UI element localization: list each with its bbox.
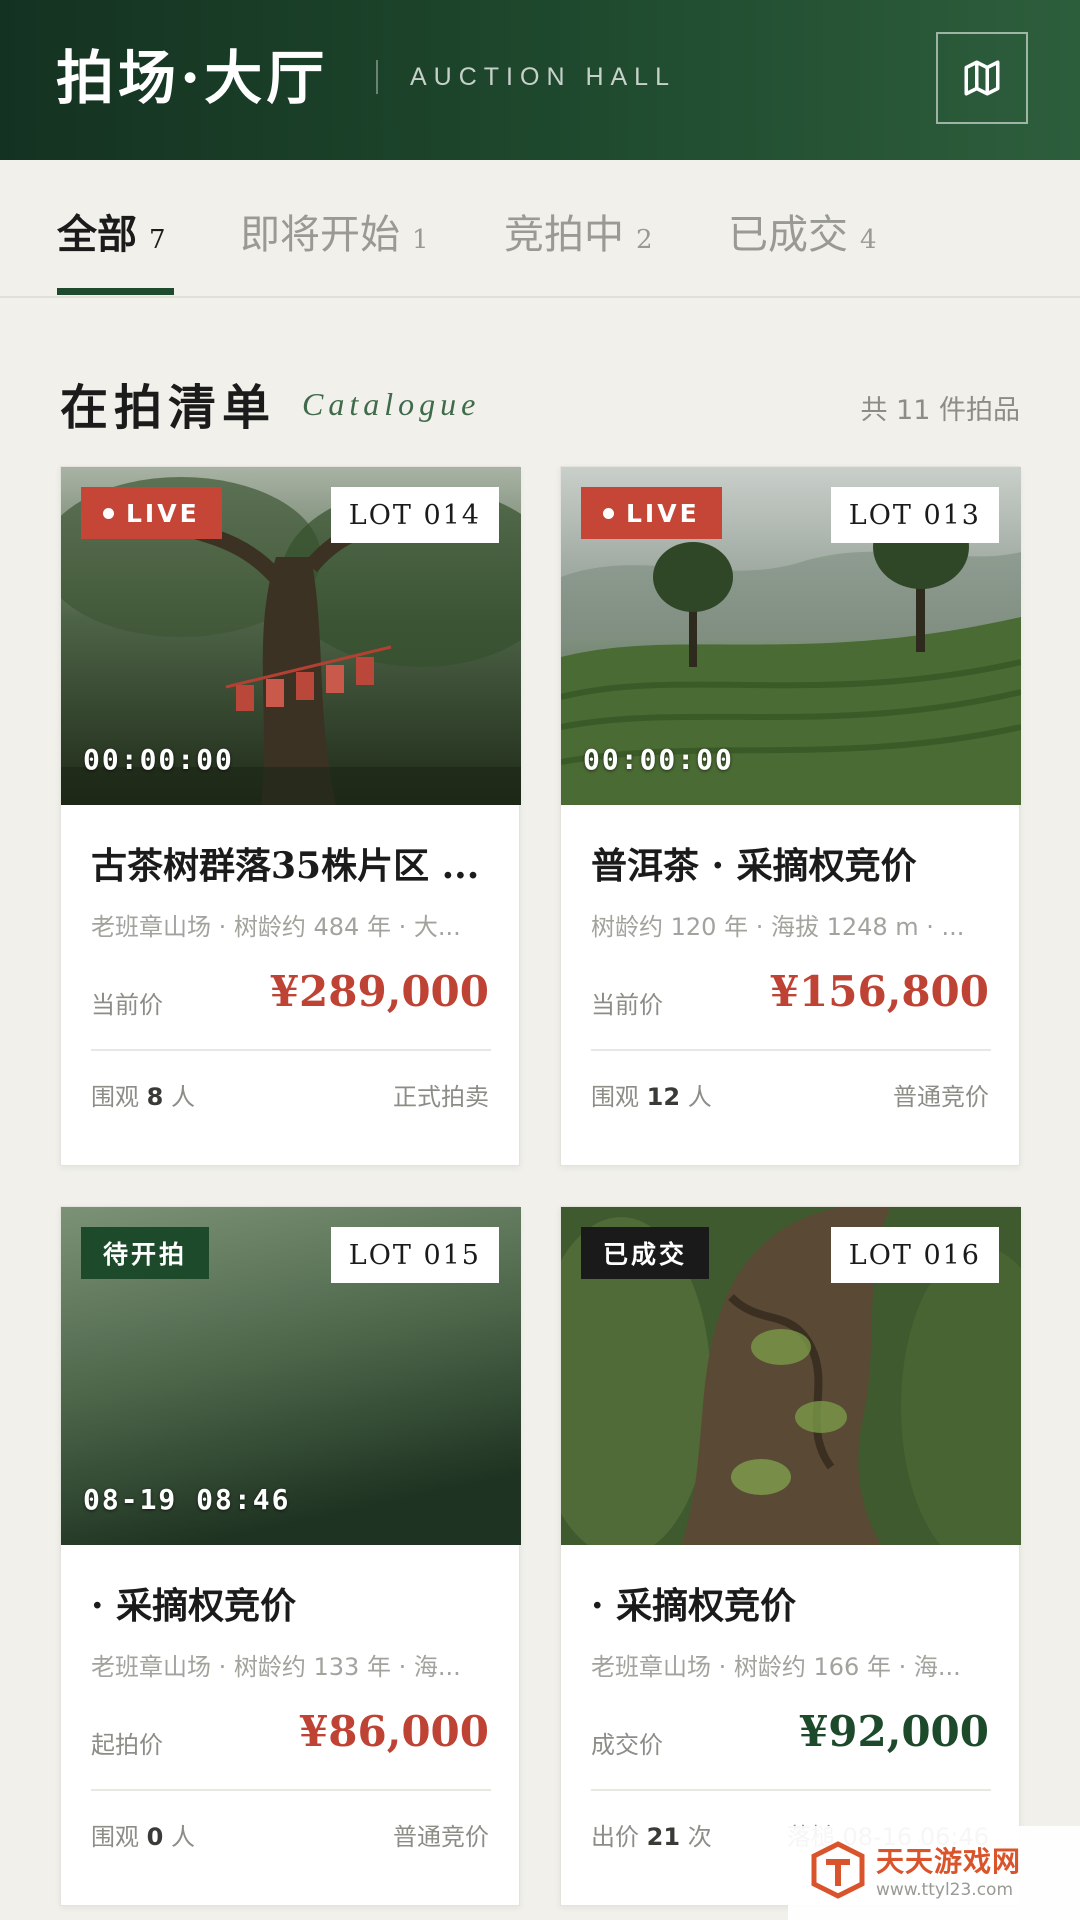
bid-count: 出价 21 次 xyxy=(591,1823,712,1851)
lot-meta: 老班章山场 · 树龄约 166 年 · 海... xyxy=(591,1653,961,1681)
price-label: 当前价 xyxy=(91,991,163,1019)
tab-label: 即将开始 xyxy=(240,212,400,258)
card-divider xyxy=(91,1049,491,1051)
countdown-timer: 00:00:00 xyxy=(583,743,734,776)
lot-meta: 老班章山场 · 树龄约 484 年 · 大... xyxy=(91,913,461,941)
price-value: ¥289,000 xyxy=(269,967,489,1016)
viewer-count: 围观 12 人 xyxy=(591,1083,712,1111)
tab-count: 7 xyxy=(149,225,166,255)
active-tab-indicator xyxy=(57,288,174,295)
tab-label: 全部 xyxy=(57,211,137,258)
status-badge: LIVE xyxy=(581,487,722,539)
tab-label: 竞拍中 xyxy=(504,212,624,258)
tab-sold[interactable]: 已成交 4 xyxy=(728,202,877,262)
tab-count: 4 xyxy=(860,225,877,255)
price-label: 当前价 xyxy=(591,991,663,1019)
card-divider xyxy=(591,1049,991,1051)
lot-title: · 采摘权竞价 xyxy=(591,1585,797,1627)
price-label: 成交价 xyxy=(591,1731,663,1759)
auction-type: 正式拍卖 xyxy=(393,1083,489,1111)
lot-card[interactable]: LIVE LOT 014 00:00:00 古茶树群落35株片区 ... 老班章… xyxy=(60,466,521,1166)
tab-label: 已成交 xyxy=(728,212,848,258)
lot-title: · 采摘权竞价 xyxy=(91,1585,297,1627)
watermark-name: 天天游戏网 xyxy=(876,1845,1022,1878)
lot-number: LOT 015 xyxy=(330,1227,499,1283)
price-value: ¥86,000 xyxy=(299,1707,489,1756)
status-badge: 已成交 xyxy=(581,1227,710,1279)
viewer-count: 围观 0 人 xyxy=(91,1823,195,1851)
watermark-url: www.ttyl23.com xyxy=(876,1880,1014,1900)
tab-upcoming[interactable]: 即将开始 1 xyxy=(240,202,429,262)
section-title: 在拍清单 xyxy=(60,380,277,436)
price-label: 起拍价 xyxy=(91,1731,163,1759)
app-header: 拍场·大厅 AUCTION HALL xyxy=(0,0,1080,160)
viewer-count: 围观 8 人 xyxy=(91,1083,195,1111)
title-divider xyxy=(376,60,378,94)
lot-meta: 树龄约 120 年 · 海拔 1248 m · ... xyxy=(591,913,965,941)
status-badge: 待开拍 xyxy=(81,1227,210,1279)
lot-card[interactable]: 已成交 LOT 016 · 采摘权竞价 老班章山场 · 树龄约 166 年 · … xyxy=(560,1206,1021,1906)
lot-title: 古茶树群落35株片区 ... xyxy=(91,845,480,887)
page-subtitle: AUCTION HALL xyxy=(410,63,676,91)
tab-count: 1 xyxy=(412,225,429,255)
card-divider xyxy=(591,1789,991,1791)
lot-number: LOT 014 xyxy=(330,487,499,543)
tab-count: 2 xyxy=(636,225,653,255)
auction-type: 普通竞价 xyxy=(893,1083,989,1111)
tab-bidding[interactable]: 竞拍中 2 xyxy=(504,202,653,262)
tab-all[interactable]: 全部 7 xyxy=(57,202,166,262)
site-watermark: 天天游戏网 www.ttyl23.com xyxy=(788,1826,1080,1920)
lot-title: 普洱茶 · 采摘权竞价 xyxy=(591,845,917,887)
section-subtitle: Catalogue xyxy=(302,386,481,422)
lot-meta: 老班章山场 · 树龄约 133 年 · 海... xyxy=(91,1653,461,1681)
lot-card[interactable]: 待开拍 LOT 015 08-19 08:46 · 采摘权竞价 老班章山场 · … xyxy=(60,1206,521,1906)
lot-number: LOT 016 xyxy=(830,1227,999,1283)
filter-tabs: 全部 7 即将开始 1 竞拍中 2 已成交 4 xyxy=(0,160,1080,298)
map-icon xyxy=(964,60,1000,96)
card-divider xyxy=(91,1789,491,1791)
lot-card[interactable]: LIVE LOT 013 00:00:00 普洱茶 · 采摘权竞价 树龄约 12… xyxy=(560,466,1021,1166)
price-value: ¥156,800 xyxy=(769,967,989,1016)
lot-number: LOT 013 xyxy=(830,487,999,543)
page-title: 拍场·大厅 xyxy=(56,44,329,112)
status-badge: LIVE xyxy=(81,487,222,539)
auction-type: 普通竞价 xyxy=(393,1823,489,1851)
price-value: ¥92,000 xyxy=(799,1707,989,1756)
watermark-logo xyxy=(811,1841,865,1899)
countdown-timer: 00:00:00 xyxy=(83,743,234,776)
item-count: 共 11 件拍品 xyxy=(860,395,1020,426)
map-button[interactable] xyxy=(936,32,1028,124)
start-time: 08-19 08:46 xyxy=(83,1483,291,1516)
